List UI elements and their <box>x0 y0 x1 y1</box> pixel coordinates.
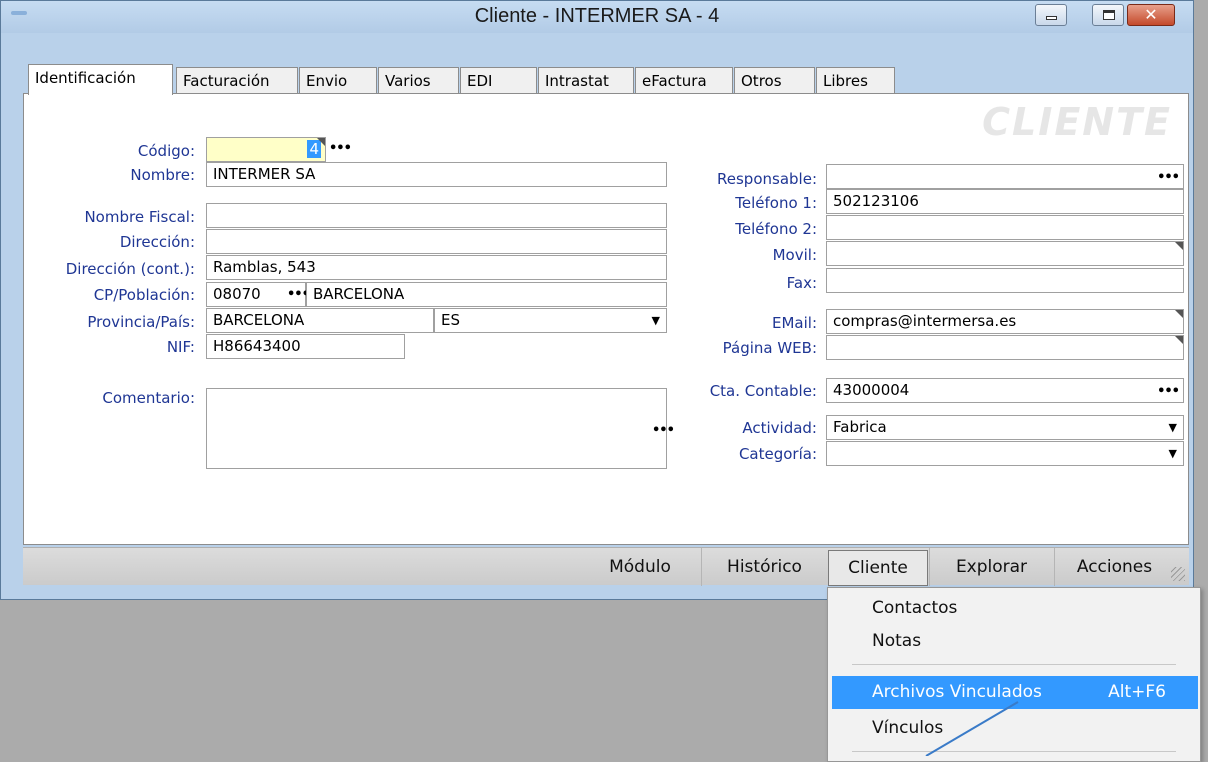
cta-contable-label: Cta. Contable: <box>709 382 817 400</box>
menu-item-archivos-vinculados[interactable]: Archivos Vinculados Alt+F6 <box>832 676 1198 709</box>
actividad-value: Fabrica <box>833 418 887 436</box>
fax-field[interactable] <box>826 268 1184 293</box>
pais-value: ES <box>441 311 460 329</box>
minimize-icon <box>1046 16 1057 20</box>
window-title: Cliente - INTERMER SA - 4 <box>474 5 720 27</box>
codigo-lookup-button[interactable]: ••• <box>329 142 352 155</box>
email-label: EMail: <box>772 314 817 332</box>
nombre-fiscal-label: Nombre Fiscal: <box>84 208 195 226</box>
menu-item-label: Vínculos <box>872 718 944 738</box>
menu-item-label: Notas <box>872 631 922 651</box>
tab-intrastat[interactable]: Intrastat <box>538 67 634 94</box>
menu-item-label: Contactos <box>872 598 958 618</box>
telefono2-field[interactable] <box>826 215 1184 240</box>
tab-otros[interactable]: Otros <box>734 67 815 94</box>
resize-grip-icon[interactable] <box>1171 567 1185 581</box>
historico-button[interactable]: Histórico <box>701 548 827 586</box>
chevron-down-icon: ▼ <box>1168 421 1177 434</box>
tab-identificacion[interactable]: Identificación <box>28 64 173 95</box>
email-field[interactable]: compras@intermersa.es <box>826 309 1184 334</box>
actividad-label: Actividad: <box>742 419 817 437</box>
field-corner-marker <box>317 138 325 146</box>
telefono1-field[interactable]: 502123106 <box>826 189 1184 214</box>
responsable-lookup-button[interactable]: ••• <box>1157 171 1180 184</box>
comentario-expand-button[interactable]: ••• <box>652 424 675 437</box>
tab-libres[interactable]: Libres <box>816 67 895 94</box>
direccion-field[interactable] <box>206 229 667 254</box>
menu-item-contactos[interactable]: Contactos <box>832 592 1198 625</box>
telefono2-label: Teléfono 2: <box>735 220 817 238</box>
modulo-button[interactable]: Módulo <box>579 548 701 586</box>
identificacion-panel: CLIENTE Código: Nombre: Nombre Fiscal: D… <box>23 93 1189 545</box>
movil-label: Movil: <box>772 246 817 264</box>
cliente-menu: Contactos Notas Archivos Vinculados Alt+… <box>827 587 1201 762</box>
minimize-button[interactable] <box>1035 4 1067 26</box>
cta-contable-lookup-button[interactable]: ••• <box>1157 385 1180 398</box>
actividad-select[interactable]: Fabrica ▼ <box>826 415 1184 440</box>
acciones-button[interactable]: Acciones <box>1054 548 1174 586</box>
categoria-label: Categoría: <box>738 445 817 463</box>
menu-separator <box>852 751 1176 752</box>
tab-edi[interactable]: EDI <box>460 67 537 94</box>
movil-field[interactable] <box>826 241 1184 266</box>
web-label: Página WEB: <box>722 339 817 357</box>
tab-facturacion[interactable]: Facturación <box>176 67 298 94</box>
explorar-button[interactable]: Explorar <box>929 548 1053 586</box>
tab-varios[interactable]: Varios <box>378 67 459 94</box>
codigo-field[interactable]: 4 <box>206 137 326 162</box>
menu-separator <box>852 664 1176 665</box>
web-field[interactable] <box>826 335 1184 360</box>
nif-label: NIF: <box>166 338 195 356</box>
field-corner-marker <box>1175 310 1183 318</box>
cliente-button[interactable]: Cliente <box>828 550 928 586</box>
menu-item-shortcut: Alt+F6 <box>1108 682 1166 702</box>
tab-envio[interactable]: Envio <box>299 67 377 94</box>
menu-item-label: Archivos Vinculados <box>872 682 1042 702</box>
chevron-down-icon: ▼ <box>1168 447 1177 460</box>
comentario-label: Comentario: <box>102 389 195 407</box>
direccion-cont-label: Dirección (cont.): <box>65 260 195 278</box>
nif-field[interactable]: H86643400 <box>206 334 405 359</box>
bottom-toolbar: Módulo Histórico Cliente Explorar Accion… <box>23 547 1189 586</box>
telefono1-label: Teléfono 1: <box>735 194 817 212</box>
categoria-select[interactable]: ▼ <box>826 441 1184 466</box>
client-window: Cliente - INTERMER SA - 4 ✕ Identificaci… <box>0 0 1194 600</box>
direccion-cont-field[interactable]: Ramblas, 543 <box>206 255 667 280</box>
menu-item-notas[interactable]: Notas <box>832 625 1198 658</box>
field-corner-marker <box>1175 242 1183 250</box>
provincia-field[interactable]: BARCELONA <box>206 308 434 333</box>
direccion-label: Dirección: <box>119 233 195 251</box>
maximize-icon <box>1103 10 1115 20</box>
responsable-field[interactable]: ••• <box>826 164 1184 189</box>
cta-contable-value: 43000004 <box>833 381 910 399</box>
poblacion-field[interactable]: BARCELONA <box>306 282 667 307</box>
cp-poblacion-label: CP/Población: <box>93 286 195 304</box>
menu-item-vinculos[interactable]: Vínculos <box>832 712 1198 745</box>
fax-label: Fax: <box>786 274 817 292</box>
provincia-pais-label: Provincia/País: <box>87 313 195 331</box>
email-value: compras@intermersa.es <box>833 312 1017 330</box>
close-button[interactable]: ✕ <box>1127 4 1175 26</box>
cp-value: 08070 <box>213 285 261 303</box>
maximize-button[interactable] <box>1092 4 1124 26</box>
panel-watermark: CLIENTE <box>982 100 1172 144</box>
codigo-label: Código: <box>137 142 195 160</box>
tab-strip: Identificación Facturación Envio Varios … <box>23 64 1189 95</box>
close-icon: ✕ <box>1144 5 1158 24</box>
field-corner-marker <box>1175 336 1183 344</box>
chevron-down-icon: ▼ <box>651 314 660 327</box>
nombre-label: Nombre: <box>130 166 195 184</box>
tab-efactura[interactable]: eFactura <box>635 67 733 94</box>
comentario-field[interactable] <box>206 388 667 469</box>
pais-select[interactable]: ES ▼ <box>434 308 667 333</box>
responsable-label: Responsable: <box>717 170 817 188</box>
nombre-fiscal-field[interactable] <box>206 203 667 228</box>
title-bar[interactable]: Cliente - INTERMER SA - 4 ✕ <box>1 1 1193 33</box>
cta-contable-field[interactable]: 43000004 ••• <box>826 378 1184 403</box>
nombre-field[interactable]: INTERMER SA <box>206 162 667 187</box>
